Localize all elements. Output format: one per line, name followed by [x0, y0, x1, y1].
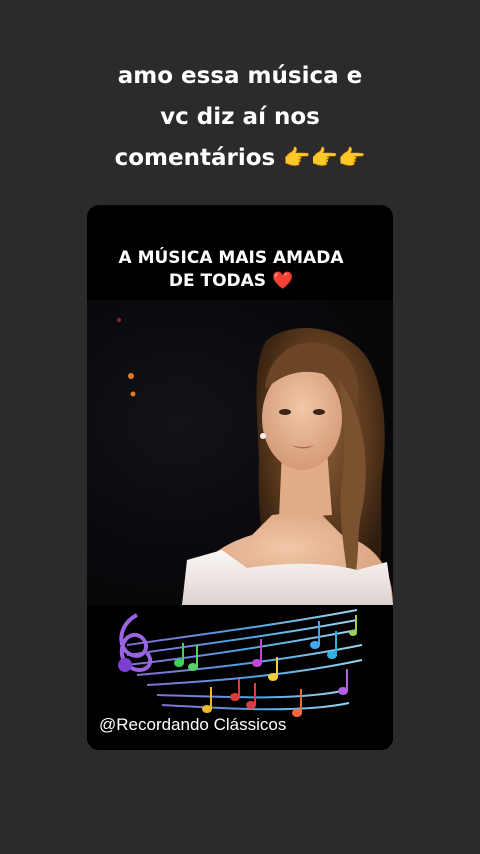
video-title-line-2-wrap: DE TODAS ❤️	[87, 270, 375, 293]
caption-line-1: amo essa música e	[117, 63, 363, 89]
caption-line-3: comentários	[114, 145, 276, 171]
post-caption: amo essa música e vc diz aí nos comentár…	[40, 56, 440, 179]
caption-line-3-wrap: comentários 👉👉👉	[40, 138, 440, 179]
caption-line-2: vc diz aí nos	[160, 104, 320, 130]
video-title-line-1: A MÚSICA MAIS AMADA	[118, 248, 344, 268]
heart-icon: ❤️	[271, 271, 294, 291]
woman-portrait-image	[117, 318, 393, 605]
video-frame[interactable]	[87, 300, 393, 605]
pointing-hand-icon: 👉👉👉	[283, 146, 366, 171]
reel-page: amo essa música e vc diz aí nos comentár…	[0, 0, 480, 854]
channel-handle: @Recordando Clássicos	[99, 715, 287, 734]
video-title-line-2: DE TODAS	[168, 271, 267, 291]
video-title: A MÚSICA MAIS AMADA DE TODAS ❤️	[87, 247, 375, 293]
video-card[interactable]: A MÚSICA MAIS AMADA DE TODAS ❤️ @Recorda…	[87, 205, 393, 750]
